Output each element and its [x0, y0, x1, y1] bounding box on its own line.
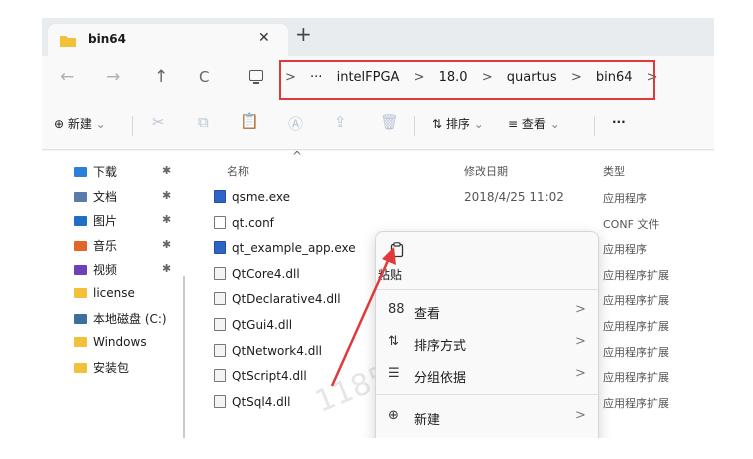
file-explorer-window: bin64 ✕ + ← → ↑ C > ··· intelFPGA > 18.0…	[42, 18, 714, 438]
annotation-arrow	[330, 247, 396, 387]
